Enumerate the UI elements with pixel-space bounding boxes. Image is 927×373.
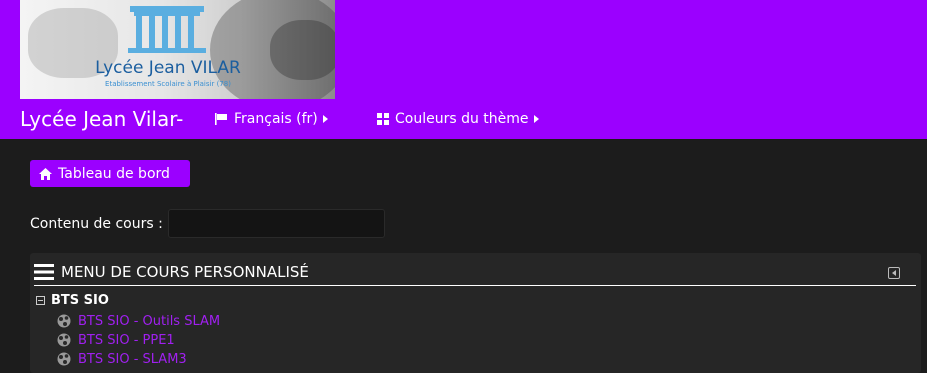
course-icon bbox=[57, 333, 71, 347]
dashboard-label: Tableau de bord bbox=[58, 165, 170, 182]
school-banner[interactable]: Lycée Jean VILAR Etablissement Scolaire … bbox=[20, 0, 335, 99]
school-logo-icon bbox=[128, 6, 206, 53]
banner-photo-shade bbox=[270, 20, 335, 80]
caret-right-icon bbox=[533, 115, 539, 123]
theme-colors-menu[interactable]: Couleurs du thème bbox=[377, 111, 539, 127]
grid-icon bbox=[377, 113, 389, 125]
course-search-input[interactable] bbox=[168, 209, 385, 238]
course-label: BTS SIO - SLAM3 bbox=[78, 351, 187, 367]
course-label: BTS SIO - PPE1 bbox=[78, 332, 175, 348]
category-label: BTS SIO bbox=[51, 293, 109, 308]
course-menu-title-text: MENU DE COURS PERSONNALISÉ bbox=[61, 263, 309, 281]
block-divider bbox=[34, 285, 916, 286]
theme-colors-label: Couleurs du thème bbox=[395, 111, 529, 127]
school-subtitle: Etablissement Scolaire à Plaisir (78) bbox=[105, 80, 231, 88]
dashboard-button[interactable]: Tableau de bord bbox=[30, 160, 190, 187]
course-link[interactable]: BTS SIO - PPE1 bbox=[56, 332, 175, 348]
course-link[interactable]: BTS SIO - Outils SLAM bbox=[56, 313, 220, 329]
course-label: BTS SIO - Outils SLAM bbox=[78, 313, 221, 329]
collapse-block-icon[interactable] bbox=[888, 267, 900, 279]
hamburger-icon bbox=[34, 264, 54, 280]
site-header: Lycée Jean VILAR Etablissement Scolaire … bbox=[0, 0, 927, 139]
site-title[interactable]: Lycée Jean Vilar- bbox=[20, 107, 183, 131]
course-menu-title: MENU DE COURS PERSONNALISÉ bbox=[34, 263, 309, 281]
course-icon bbox=[57, 352, 71, 366]
category-bts-sio[interactable]: BTS SIO bbox=[36, 293, 109, 308]
caret-right-icon bbox=[322, 115, 328, 123]
course-search-label: Contenu de cours : bbox=[30, 216, 163, 232]
home-icon bbox=[39, 167, 52, 180]
language-label: Français (fr) bbox=[234, 111, 318, 127]
course-icon bbox=[57, 314, 71, 328]
collapse-minus-icon[interactable] bbox=[36, 296, 45, 305]
language-menu[interactable]: Français (fr) bbox=[215, 111, 328, 127]
course-link[interactable]: BTS SIO - SLAM3 bbox=[56, 351, 187, 367]
school-name: Lycée Jean VILAR bbox=[95, 58, 241, 78]
flag-icon bbox=[215, 113, 227, 125]
